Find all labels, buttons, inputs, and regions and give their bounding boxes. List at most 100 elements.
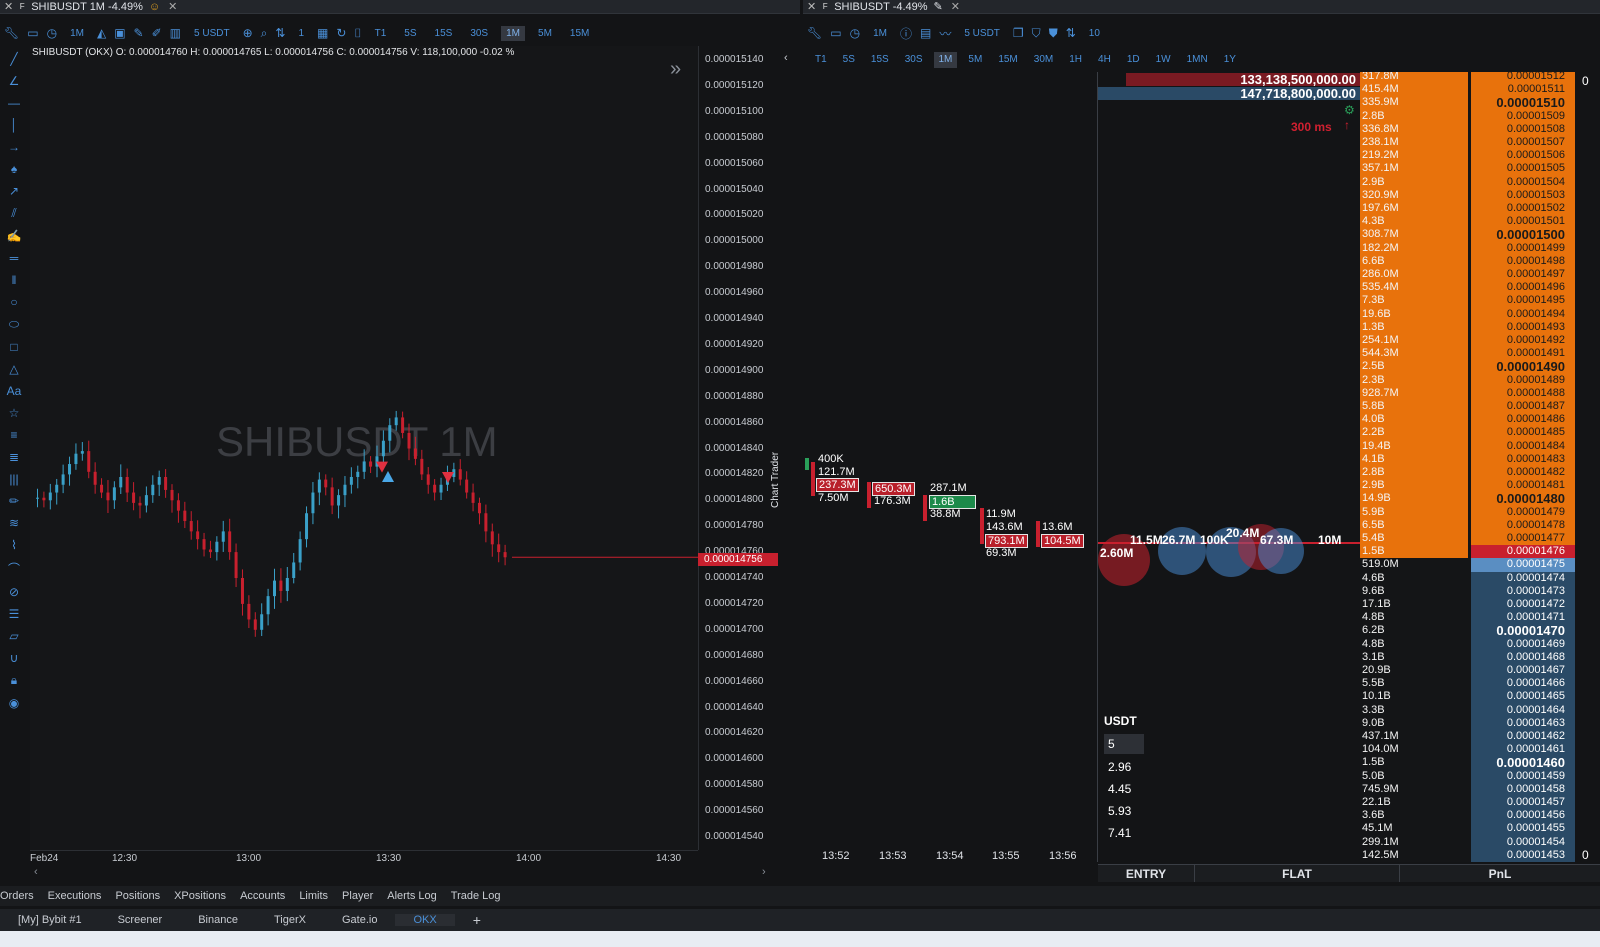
- ruler-icon[interactable]: ▱: [9, 629, 18, 643]
- workspace-tab[interactable]: [My] Bybit #1: [0, 914, 100, 926]
- orderbook-row[interactable]: 544.3M 0.00001491: [1360, 347, 1575, 361]
- circle-tool-icon[interactable]: ○: [10, 295, 17, 309]
- orderbook-row[interactable]: 254.1M 0.00001492: [1360, 334, 1575, 348]
- workspace-tab[interactable]: TigerX: [256, 914, 324, 926]
- hline-tool-icon[interactable]: —: [8, 96, 20, 110]
- orderbook-row[interactable]: 2.8B 0.00001509: [1360, 109, 1575, 123]
- bottom-tab[interactable]: Alerts Log: [387, 890, 437, 902]
- shield2-icon[interactable]: ⛊: [1049, 26, 1058, 41]
- edit-icon[interactable]: ✎: [934, 0, 943, 13]
- tf-4h[interactable]: 4H: [1093, 52, 1116, 68]
- brush-tool-icon[interactable]: ✍: [7, 229, 22, 243]
- wrench-icon[interactable]: 🔧︎: [4, 26, 19, 40]
- ray-tool-icon[interactable]: →: [8, 140, 20, 154]
- collapse-panel-icon[interactable]: ‹: [784, 52, 788, 64]
- orderbook-row[interactable]: 2.5B 0.00001490: [1360, 360, 1575, 374]
- tf-15s[interactable]: 15S: [866, 52, 894, 68]
- orderbook-row[interactable]: 415.4M 0.00001511: [1360, 83, 1575, 97]
- copy-icon[interactable]: ❐: [1013, 26, 1024, 40]
- workspace-tab[interactable]: Binance: [180, 914, 256, 926]
- gann-tool-icon[interactable]: |||: [9, 472, 18, 486]
- qty-select[interactable]: 10: [1084, 26, 1105, 41]
- orderbook-row[interactable]: 299.1M 0.00001454: [1360, 835, 1575, 849]
- text-tool-icon[interactable]: Aa: [7, 384, 22, 398]
- orderbook-row[interactable]: 9.6B 0.00001473: [1360, 584, 1575, 598]
- orderbook-row[interactable]: 336.8M 0.00001508: [1360, 122, 1575, 136]
- orderbook-row[interactable]: 2.9B 0.00001481: [1360, 479, 1575, 493]
- timeframe-select[interactable]: 1M: [868, 26, 892, 41]
- orderbook-row[interactable]: 2.3B 0.00001489: [1360, 373, 1575, 387]
- orderbook-row[interactable]: 317.8M 0.00001512: [1360, 72, 1575, 84]
- eye-icon[interactable]: ◉: [9, 696, 19, 710]
- big-ask-order[interactable]: 133,138,500,000.00: [1126, 73, 1360, 86]
- tf-5m[interactable]: 5M: [533, 26, 557, 41]
- orderbook-row[interactable]: 6.2B 0.00001470: [1360, 624, 1575, 638]
- orderbook-row[interactable]: 182.2M 0.00001499: [1360, 241, 1575, 255]
- chart-trader-label[interactable]: Chart Trader: [770, 452, 781, 508]
- orderbook-row[interactable]: 928.7M 0.00001488: [1360, 386, 1575, 400]
- orderbook-row[interactable]: 519.0M 0.00001475: [1360, 558, 1575, 572]
- orderbook-row[interactable]: 1.3B 0.00001493: [1360, 320, 1575, 334]
- orderbook-row[interactable]: 5.9B 0.00001479: [1360, 505, 1575, 519]
- trade-panel[interactable]: 133,138,500,000.00 147,718,800,000.00 ⚙ …: [1098, 72, 1360, 862]
- arrow-tool-icon[interactable]: ↗: [9, 184, 19, 198]
- tf-15s[interactable]: 15S: [430, 26, 458, 41]
- calendar-icon[interactable]: ▦: [317, 26, 328, 40]
- workspace-tab[interactable]: Gate.io: [324, 914, 395, 926]
- tf-1m[interactable]: 1M: [501, 25, 526, 41]
- usdt-option[interactable]: 5.93: [1104, 800, 1144, 822]
- orderbook-row[interactable]: 6.5B 0.00001478: [1360, 518, 1575, 532]
- orderbook-row[interactable]: 19.4B 0.00001484: [1360, 439, 1575, 453]
- trend-icon[interactable]: 〰: [939, 25, 951, 42]
- layout-icon[interactable]: ▤: [920, 26, 931, 40]
- orderbook-row[interactable]: 1.5B 0.00001460: [1360, 756, 1575, 770]
- bars-icon[interactable]: ▥: [170, 26, 181, 40]
- pattern-tool-icon[interactable]: ≋: [9, 516, 19, 530]
- order-size-select[interactable]: 5 USDT: [189, 26, 235, 41]
- curve-tool-icon[interactable]: ⌒: [8, 560, 20, 577]
- orderbook-row[interactable]: 6.6B 0.00001498: [1360, 254, 1575, 268]
- orderbook-row[interactable]: 45.1M 0.00001455: [1360, 822, 1575, 836]
- favorite-icon[interactable]: F: [17, 2, 27, 12]
- orderbook-row[interactable]: 535.4M 0.00001496: [1360, 281, 1575, 295]
- tf-t1[interactable]: T1: [370, 26, 392, 41]
- info-icon[interactable]: ⓘ: [900, 25, 912, 42]
- pause-tool-icon[interactable]: ‖: [12, 273, 17, 287]
- rect-tool-icon[interactable]: □: [10, 340, 17, 354]
- folder-icon[interactable]: ▭: [27, 26, 38, 40]
- settings-icon[interactable]: ⚙: [1344, 103, 1355, 117]
- usdt-option[interactable]: 4.45: [1104, 778, 1144, 800]
- fib-tool-icon[interactable]: ≡: [10, 428, 17, 442]
- tf-30m[interactable]: 30M: [1029, 52, 1058, 68]
- orderbook-row[interactable]: 3.3B 0.00001464: [1360, 703, 1575, 717]
- bottom-tab[interactable]: Positions: [115, 890, 160, 902]
- close-icon[interactable]: ✕: [807, 0, 816, 13]
- orderbook-row[interactable]: 5.0B 0.00001459: [1360, 769, 1575, 783]
- add-workspace-icon[interactable]: +: [455, 912, 499, 928]
- timeframe-select[interactable]: 1M: [65, 26, 89, 41]
- orderbook-row[interactable]: 5.8B 0.00001487: [1360, 400, 1575, 414]
- orderbook-row[interactable]: 14.9B 0.00001480: [1360, 492, 1575, 506]
- measure-tool-icon[interactable]: ⊘: [9, 585, 19, 599]
- orderbook-row[interactable]: 17.1B 0.00001472: [1360, 598, 1575, 612]
- orderbook-row[interactable]: 286.0M 0.00001497: [1360, 268, 1575, 282]
- orderbook-row[interactable]: 219.2M 0.00001506: [1360, 149, 1575, 163]
- folder-icon[interactable]: ▭: [830, 26, 841, 40]
- pen-icon[interactable]: ✐: [152, 26, 162, 40]
- usdt-option[interactable]: 5: [1104, 734, 1144, 754]
- star-tool-icon[interactable]: ☆: [9, 406, 20, 420]
- scroll-right-icon[interactable]: ›: [762, 866, 766, 878]
- orderbook-row[interactable]: 9.0B 0.00001463: [1360, 716, 1575, 730]
- orderbook-row[interactable]: 2.2B 0.00001485: [1360, 426, 1575, 440]
- orderbook-row[interactable]: 357.1M 0.00001505: [1360, 162, 1575, 176]
- tf-5s[interactable]: 5S: [838, 52, 860, 68]
- tf-30s[interactable]: 30S: [465, 26, 493, 41]
- orderbook-row[interactable]: 1.5B 0.00001476: [1360, 545, 1575, 559]
- equal-tool-icon[interactable]: ═: [10, 251, 19, 265]
- price-axis[interactable]: 0.000015140 0.000015120 0.000015100 0.00001…: [698, 46, 778, 850]
- bottom-tab[interactable]: Orders: [0, 890, 34, 902]
- orderbook-row[interactable]: 3.6B 0.00001456: [1360, 809, 1575, 823]
- line-tool-icon[interactable]: ╱: [10, 52, 17, 66]
- channel-tool-icon[interactable]: ⫽: [11, 206, 16, 221]
- favorite-icon[interactable]: F: [820, 2, 830, 12]
